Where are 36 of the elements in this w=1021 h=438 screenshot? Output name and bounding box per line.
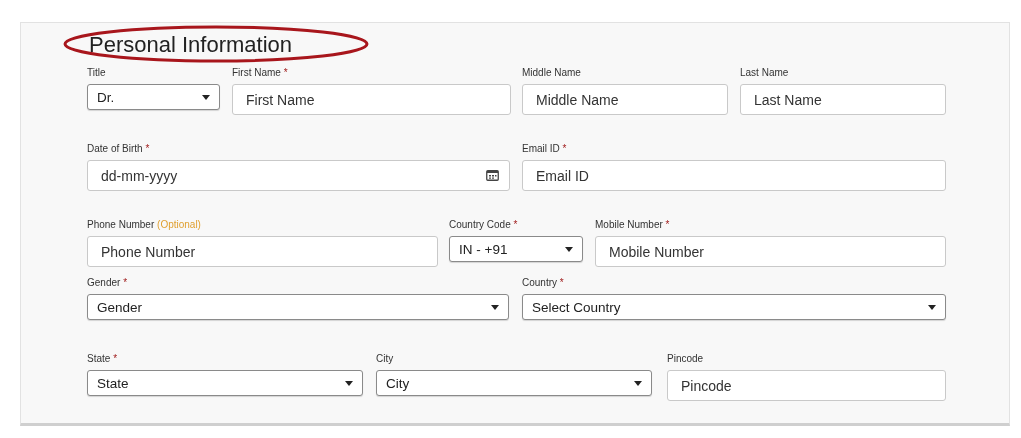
field-label: Date of Birth *: [87, 143, 151, 154]
section-title: Personal Information: [88, 32, 293, 58]
dropdown[interactable]: IN - +91: [449, 236, 583, 262]
dropdown[interactable]: Dr.: [87, 84, 220, 110]
text-field[interactable]: Last Name: [740, 84, 946, 115]
field-label: State *: [87, 353, 119, 364]
text-field[interactable]: Phone Number: [87, 236, 438, 267]
field-label: Pincode: [667, 353, 705, 364]
field-label: City: [376, 353, 395, 364]
field-label: Email ID *: [522, 143, 568, 154]
field-label: Phone Number (Optional): [87, 219, 202, 230]
dropdown[interactable]: City: [376, 370, 652, 396]
field-label: Country *: [522, 277, 565, 288]
caret-icon: [928, 304, 936, 310]
dropdown[interactable]: Gender: [87, 294, 509, 320]
text-field[interactable]: First Name: [232, 84, 511, 115]
field-label: Title: [87, 67, 107, 78]
text-field[interactable]: Mobile Number: [595, 236, 946, 267]
caret-icon: [565, 246, 573, 252]
field-label: Country Code *: [449, 219, 519, 230]
caret-icon: [634, 380, 642, 386]
text-field[interactable]: Middle Name: [522, 84, 728, 115]
text-field[interactable]: Pincode: [667, 370, 946, 401]
dropdown[interactable]: State: [87, 370, 363, 396]
date-field[interactable]: dd-mm-yyyy: [87, 160, 510, 191]
caret-icon: [345, 380, 353, 386]
text-field[interactable]: Email ID: [522, 160, 946, 191]
caret-icon: [202, 94, 210, 100]
calendar-icon[interactable]: [486, 170, 499, 181]
field-label: Middle Name: [522, 67, 582, 78]
field-label: Last Name: [740, 67, 790, 78]
field-label: Gender *: [87, 277, 129, 288]
field-label: Mobile Number *: [595, 219, 671, 230]
dropdown[interactable]: Select Country: [522, 294, 946, 320]
field-label: First Name *: [232, 67, 289, 78]
caret-icon: [491, 304, 499, 310]
